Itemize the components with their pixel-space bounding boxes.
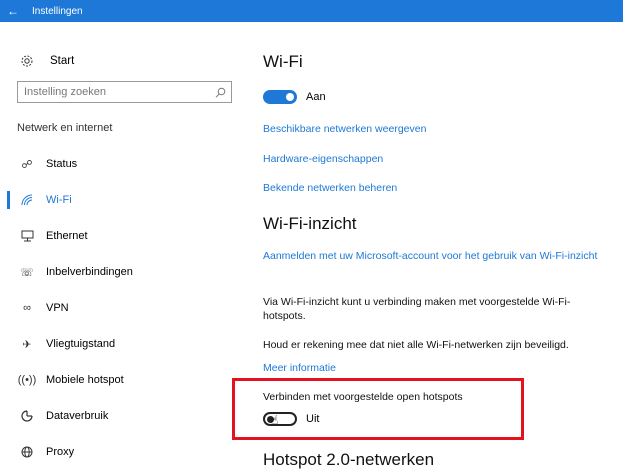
search-icon[interactable] xyxy=(209,83,231,101)
ethernet-icon xyxy=(18,227,36,245)
nav-home-label: Start xyxy=(50,55,75,67)
sidebar-item-label: Dataverbruik xyxy=(46,410,109,422)
hand-cursor-icon: ☝ xyxy=(271,413,279,427)
sidebar-item-wifi[interactable]: Wi-Fi xyxy=(0,182,250,218)
link-more-info[interactable]: Meer informatie xyxy=(263,361,336,375)
highlight-box xyxy=(232,378,524,440)
wifi-toggle-row: Aan xyxy=(263,90,326,104)
section-label: Netwerk en internet xyxy=(17,122,113,134)
sidebar-item-label: Ethernet xyxy=(46,230,88,242)
search-box[interactable] xyxy=(17,81,232,103)
vpn-icon: ∞ xyxy=(23,302,31,314)
sidebar-item-dataverbruik[interactable]: Dataverbruik xyxy=(0,398,250,434)
wifi-heading: Wi-Fi xyxy=(263,52,303,71)
hotspot-2-heading: Hotspot 2.0-netwerken xyxy=(263,450,435,469)
sidebar: Start Netwerk en internet ☍ Status Wi-Fi… xyxy=(0,22,250,476)
sidebar-item-label: VPN xyxy=(46,302,69,314)
search-input[interactable] xyxy=(18,85,209,99)
link-hardware-properties[interactable]: Hardware-eigenschappen xyxy=(263,152,383,166)
wifi-sense-note: Houd er rekening mee dat niet alle Wi-Fi… xyxy=(263,339,569,351)
wifi-sense-heading: Wi-Fi-inzicht xyxy=(263,214,357,233)
wifi-toggle-state: Aan xyxy=(306,91,326,103)
proxy-globe-icon xyxy=(18,443,36,461)
globe-status-icon: ☍ xyxy=(21,158,33,171)
link-sign-in-microsoft[interactable]: Aanmelden met uw Microsoft-account voor … xyxy=(263,249,603,263)
sidebar-item-label: Mobiele hotspot xyxy=(46,374,124,386)
airplane-icon: ✈ xyxy=(22,338,32,351)
sidebar-item-label: Wi-Fi xyxy=(46,194,72,206)
sidebar-item-label: Status xyxy=(46,158,78,170)
wifi-toggle[interactable] xyxy=(263,90,297,104)
sidebar-item-ethernet[interactable]: Ethernet xyxy=(0,218,250,254)
title-bar: ← Instellingen xyxy=(0,0,623,22)
sidebar-item-proxy[interactable]: Proxy xyxy=(0,434,250,470)
sidebar-item-status[interactable]: ☍ Status xyxy=(0,146,250,182)
sidebar-item-vliegtuigstand[interactable]: ✈ Vliegtuigstand xyxy=(0,326,250,362)
sidebar-item-label: Inbelverbindingen xyxy=(46,266,133,278)
link-available-networks[interactable]: Beschikbare netwerken weergeven xyxy=(263,122,426,136)
back-arrow-icon[interactable]: ← xyxy=(0,0,26,22)
data-usage-icon xyxy=(18,407,36,425)
gear-icon xyxy=(18,52,36,70)
window-title: Instellingen xyxy=(32,5,83,17)
sidebar-item-inbelverbindingen[interactable]: ☏ Inbelverbindingen xyxy=(0,254,250,290)
link-manage-known-networks[interactable]: Bekende netwerken beheren xyxy=(263,181,397,195)
sidebar-item-label: Proxy xyxy=(46,446,75,458)
wifi-sense-description: Via Wi-Fi-inzicht kunt u verbinding make… xyxy=(263,296,571,322)
nav-home-start[interactable]: Start xyxy=(18,52,74,70)
sidebar-item-label: Vliegtuigstand xyxy=(46,338,116,350)
toggle-knob xyxy=(286,93,294,101)
sidebar-item-vpn[interactable]: ∞ VPN xyxy=(0,290,250,326)
nav-list: ☍ Status Wi-Fi Ethernet ☏ Inbelverbindin… xyxy=(0,146,250,470)
wifi-icon xyxy=(18,191,36,209)
sidebar-item-mobiele-hotspot[interactable]: ((•)) Mobiele hotspot xyxy=(0,362,250,398)
hotspot-icon: ((•)) xyxy=(17,374,37,386)
dialup-icon: ☏ xyxy=(20,266,34,279)
